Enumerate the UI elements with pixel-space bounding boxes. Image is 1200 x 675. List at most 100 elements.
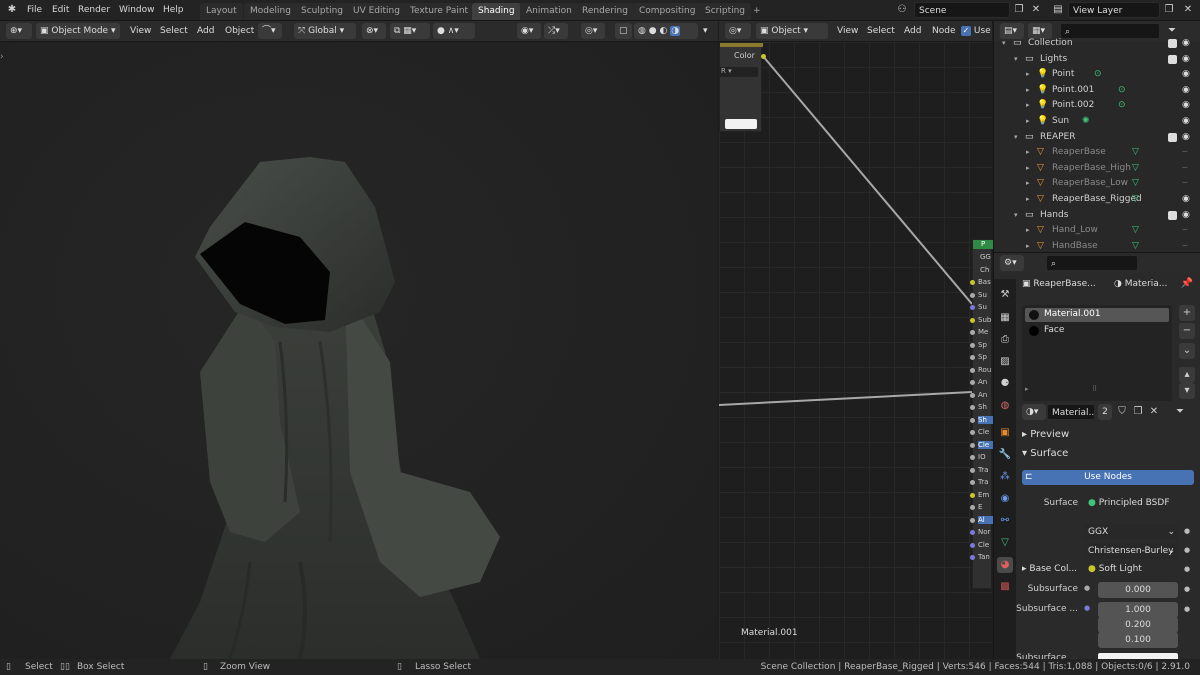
properties-search-input[interactable]: ⌕ [1046, 255, 1138, 271]
collection-checkbox[interactable] [1168, 132, 1177, 142]
scene-tab-icon[interactable]: ⚈ [997, 376, 1013, 392]
tab-uv-editing[interactable]: UV Editing [347, 3, 406, 20]
add-workspace-button[interactable]: + [747, 3, 767, 20]
node-menu-add[interactable]: Add [900, 23, 925, 39]
tab-rendering[interactable]: Rendering [576, 3, 634, 20]
bsdf-input-socket[interactable] [970, 355, 975, 360]
subsurface-method-socket-dot[interactable]: ● [1184, 546, 1190, 554]
base-color-field[interactable]: ● Soft Light [1084, 562, 1178, 577]
collapse-arrow-icon[interactable]: ▸ [1026, 114, 1030, 130]
move-slot-down-button[interactable]: ▾ [1179, 383, 1195, 399]
mesh-data-icon[interactable]: ▽ [1132, 145, 1139, 161]
outliner-row[interactable]: ▸ 💡 Sun ✺ ◉ [994, 114, 1200, 130]
node-menu-select[interactable]: Select [863, 23, 899, 39]
bsdf-input-socket[interactable] [970, 480, 975, 485]
bsdf-input-socket[interactable] [970, 330, 975, 335]
proportional-edit-dropdown[interactable]: ● ∧▾ [433, 23, 475, 39]
particles-tab-icon[interactable]: ⁂ [997, 469, 1013, 485]
shading-options-dropdown[interactable]: ▾ [699, 23, 712, 39]
new-scene-icon[interactable]: ❐ [1011, 2, 1027, 18]
tab-texture-paint[interactable]: Texture Paint [404, 3, 475, 20]
remove-scene-icon[interactable]: ✕ [1028, 2, 1044, 18]
expand-arrow-icon[interactable]: ▾ [1014, 52, 1018, 68]
collapse-arrow-icon[interactable]: ▸ [1026, 83, 1030, 99]
outliner-row[interactable]: ▸ ▽ Hand_Low ▽ ⌣ [994, 223, 1200, 239]
view-layer-field[interactable]: View Layer [1068, 2, 1160, 18]
scene-icon[interactable]: ⚇ [894, 2, 910, 18]
subsurface-socket-dot[interactable]: ● [1184, 585, 1190, 593]
expand-arrow-icon[interactable]: ▾ [1014, 208, 1018, 224]
tab-animation[interactable]: Animation [520, 3, 578, 20]
tab-scripting[interactable]: Scripting [699, 3, 752, 20]
bsdf-input-socket[interactable] [970, 342, 975, 348]
bsdf-input-socket[interactable] [970, 542, 975, 548]
list-expand-icon[interactable]: ▸ [1025, 385, 1029, 393]
node-menu-view[interactable]: View [833, 23, 862, 39]
distribution-socket-dot[interactable]: ● [1184, 527, 1190, 535]
browse-material-button[interactable]: ◑▾ [1022, 404, 1046, 420]
view-layer-icon[interactable]: ▤ [1050, 2, 1066, 18]
bsdf-input-socket[interactable] [970, 292, 975, 298]
mesh-data-icon[interactable]: ▽ [1132, 223, 1139, 239]
light-data-icon[interactable]: ⊙ [1118, 98, 1126, 114]
eye-icon[interactable]: ◉ [1182, 52, 1190, 68]
slot-specials-button[interactable]: ⌄ [1179, 343, 1195, 359]
eye-icon[interactable]: ◉ [1182, 67, 1190, 83]
color-output-socket[interactable] [761, 54, 766, 59]
tab-layout[interactable]: Layout [200, 3, 243, 20]
radius-x-field[interactable]: 1.000 [1098, 602, 1178, 618]
menu-render[interactable]: Render [73, 3, 115, 18]
radius-z-field[interactable]: 0.100 [1098, 632, 1178, 648]
move-slot-up-button[interactable]: ▴ [1179, 367, 1195, 383]
surface-shader-field[interactable]: ● Principled BSDF [1084, 496, 1194, 511]
expand-arrow-icon[interactable]: ▾ [1002, 36, 1006, 52]
new-view-layer-icon[interactable]: ❐ [1161, 2, 1177, 18]
base-color-row-toggle[interactable]: ▸ Base Col... [1022, 564, 1077, 574]
bsdf-input-socket[interactable] [970, 417, 975, 423]
collapse-arrow-icon[interactable]: ▸ [1026, 223, 1030, 239]
menu-file[interactable]: File [22, 3, 47, 18]
bsdf-input-socket[interactable] [970, 380, 975, 385]
render-tab-icon[interactable]: ▦ [997, 310, 1013, 326]
mesh-data-icon[interactable]: ▽ [1132, 192, 1139, 208]
collapse-arrow-icon[interactable]: ▸ [1026, 98, 1030, 114]
bsdf-input-socket[interactable] [970, 405, 975, 410]
light-data-icon[interactable]: ⊙ [1094, 67, 1102, 83]
remove-view-layer-icon[interactable]: ✕ [1180, 2, 1196, 18]
collapse-arrow-icon[interactable]: ▸ [1026, 67, 1030, 83]
properties-type-button[interactable]: ⚙▾ [1000, 255, 1024, 271]
outliner-row[interactable]: ▾ ▭ Lights ◉ [994, 52, 1200, 68]
subsurface-method-dropdown[interactable]: Christensen-Burley ⌄ [1084, 543, 1178, 559]
principled-bsdf-node[interactable]: P GG Ch Bas Su Su Sub Me Sp Sp Rou An An Sh Sh Cle Cle I… [970, 239, 993, 589]
collapse-arrow-icon[interactable]: ▸ [1026, 192, 1030, 208]
bsdf-input-socket[interactable] [970, 467, 975, 473]
visibility-dropdown[interactable]: ◉▾ [517, 23, 541, 39]
orientation-dropdown[interactable]: ⤧ Global ▾ [294, 23, 356, 39]
mesh-data-icon[interactable]: ▽ [1132, 239, 1139, 252]
shader-type-dropdown[interactable]: ▣ Object ▾ [756, 23, 828, 39]
bsdf-input-socket[interactable] [970, 442, 975, 448]
eye-icon[interactable]: ◉ [1182, 98, 1190, 114]
outliner-row[interactable]: ▸ ▽ ReaperBase_High ▽ ⌣ [994, 161, 1200, 177]
slot-face[interactable]: Face [1025, 324, 1169, 338]
physics-tab-icon[interactable]: ◉ [997, 491, 1013, 507]
collapse-arrow-icon[interactable]: ▸ [1026, 239, 1030, 252]
outliner-row[interactable]: ▸ ▽ ReaperBase ▽ ⌣ [994, 145, 1200, 161]
blender-logo-icon[interactable]: ✱ [4, 2, 20, 18]
link-dropdown-icon[interactable]: ⏷ [1172, 404, 1188, 420]
collapse-arrow-icon[interactable]: ▸ [1026, 145, 1030, 161]
constraints-tab-icon[interactable]: ⚯ [997, 513, 1013, 529]
world-tab-icon[interactable]: ◍ [997, 398, 1013, 414]
tool-tab-icon[interactable]: ⚒ [997, 287, 1013, 303]
node-menu-node[interactable]: Node [928, 23, 960, 39]
tab-sculpting[interactable]: Sculpting [295, 3, 350, 20]
bsdf-input-socket[interactable] [970, 392, 975, 398]
node-editor[interactable]: Color R ▾ P GG Ch Bas Su Su Sub Me Sp Sp Rou An An S… [719, 42, 993, 659]
eye-icon[interactable]: ◉ [1182, 130, 1190, 146]
menu-window[interactable]: Window [114, 3, 160, 18]
eye-icon[interactable]: ◉ [1182, 36, 1190, 52]
gizmo-toggle[interactable]: ⤮▾ [544, 23, 568, 39]
subsurface-value-field[interactable]: 0.000 [1098, 582, 1178, 598]
outliner-row[interactable]: ▸ 💡 Point.002 ⊙ ◉ [994, 98, 1200, 114]
bsdf-input-socket[interactable] [970, 517, 975, 523]
